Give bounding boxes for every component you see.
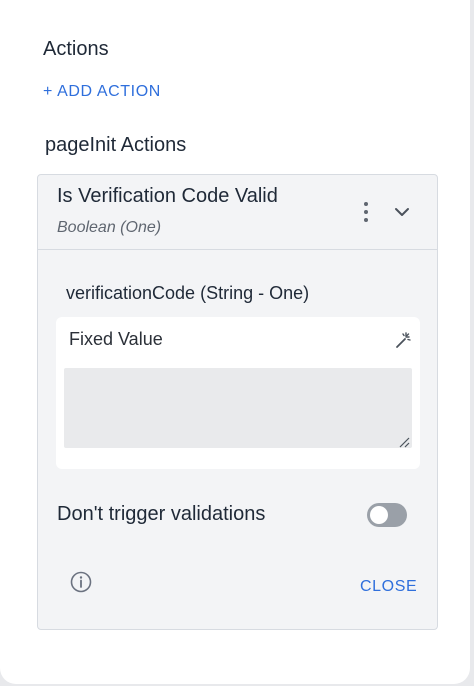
trigger-validations-toggle[interactable]: [367, 503, 407, 527]
parameter-mode-label: Fixed Value: [69, 329, 163, 349]
close-button[interactable]: CLOSE: [360, 578, 417, 596]
pageinit-actions-heading: pageInit Actions: [45, 134, 187, 156]
trigger-validations-label: Don't trigger validations: [57, 503, 266, 525]
parameter-label: verificationCode (String - One): [66, 283, 310, 303]
magic-wand-icon[interactable]: [394, 331, 412, 349]
fixed-value-input[interactable]: [64, 368, 412, 448]
action-card-header[interactable]: Is Verification Code Valid Boolean (One): [38, 175, 437, 250]
info-icon[interactable]: [70, 571, 92, 593]
chevron-down-icon[interactable]: [392, 203, 412, 221]
resize-handle-icon[interactable]: [398, 435, 410, 448]
action-title: Is Verification Code Valid: [57, 185, 278, 207]
toggle-knob: [370, 506, 388, 524]
action-return-type: Boolean (One): [57, 219, 162, 236]
actions-heading: Actions: [43, 38, 109, 60]
more-vertical-icon[interactable]: [356, 201, 376, 223]
parameter-box: Fixed Value: [56, 317, 420, 469]
action-card: Is Verification Code Valid Boolean (One)…: [37, 174, 438, 630]
add-action-button[interactable]: + ADD ACTION: [43, 83, 161, 101]
